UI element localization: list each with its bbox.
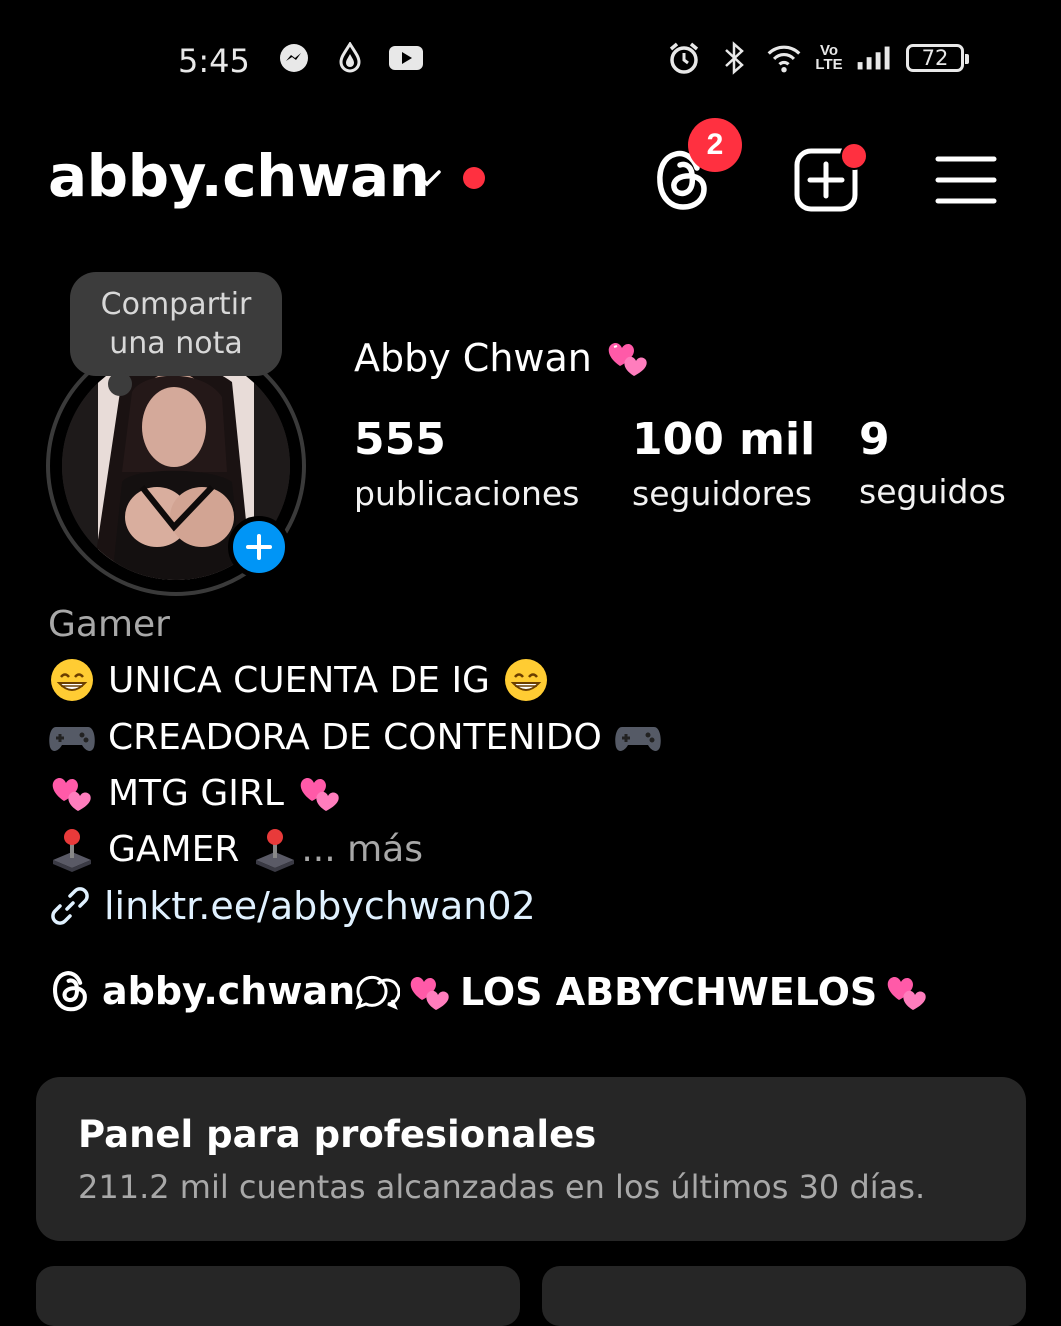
- two-hearts-emoji: [604, 334, 652, 382]
- profile-full-name: Abby Chwan: [354, 334, 652, 382]
- following-label: seguidos: [859, 472, 1006, 511]
- bio-line-2-text: CREADORA DE CONTENIDO: [108, 716, 602, 758]
- link-icon: [51, 887, 89, 925]
- joystick-emoji: [48, 825, 96, 873]
- edit-profile-button[interactable]: [36, 1266, 520, 1326]
- followers-count: 100 mil: [632, 414, 816, 465]
- volte-label: Vo LTE: [815, 42, 843, 73]
- menu-icon: [935, 156, 997, 204]
- followers-stat[interactable]: 100 mil: [632, 414, 815, 465]
- dashboard-subtitle: 211.2 mil cuentas alcanzadas en los últi…: [78, 1168, 926, 1206]
- professional-dashboard-card[interactable]: Panel para profesionales 211.2 mil cuent…: [36, 1077, 1026, 1241]
- joystick-emoji: [251, 825, 299, 873]
- create-notification-dot: [840, 142, 868, 170]
- following-stat[interactable]: 9: [859, 414, 890, 465]
- bio-line-1: UNICA CUENTA DE IG: [48, 656, 550, 704]
- plus-icon: [246, 534, 272, 560]
- bio-line-4-text: GAMER: [108, 828, 240, 870]
- dashboard-title: Panel para profesionales: [78, 1113, 597, 1156]
- bio-line-3: MTG GIRL: [48, 769, 344, 817]
- threads-username: abby.chwan: [102, 969, 356, 1013]
- account-notification-dot: [463, 167, 485, 189]
- full-name-text: Abby Chwan: [354, 336, 592, 380]
- grinning-face-emoji: [502, 656, 550, 704]
- posts-stat[interactable]: 555: [354, 414, 446, 465]
- add-story-button[interactable]: [228, 516, 290, 578]
- profile-username[interactable]: abby.chwan: [48, 142, 430, 210]
- signal-icon: [856, 40, 892, 76]
- game-controller-emoji: [614, 713, 662, 761]
- status-icons-left: [276, 40, 424, 76]
- more-link[interactable]: ... más: [301, 829, 423, 870]
- status-time: 5:45: [178, 42, 250, 80]
- game-controller-emoji: [48, 713, 96, 761]
- two-hearts-emoji: [296, 769, 344, 817]
- two-hearts-emoji: [406, 968, 454, 1016]
- followers-label: seguidores: [632, 474, 813, 513]
- share-note-bubble[interactable]: Compartir una nota: [70, 272, 282, 376]
- following-count: 9: [859, 414, 890, 465]
- two-hearts-emoji: [883, 968, 931, 1016]
- bio-line-3-text: MTG GIRL: [108, 772, 284, 814]
- bio-link-text: linktr.ee/abbychwan02: [104, 884, 536, 928]
- youtube-icon: [388, 40, 424, 76]
- broadcast-channel-link[interactable]: LOS ABBYCHWELOS: [352, 968, 931, 1016]
- profile-category: Gamer: [48, 604, 170, 645]
- bio-link[interactable]: linktr.ee/abbychwan02: [48, 884, 536, 928]
- bio-line-1-text: UNICA CUENTA DE IG: [108, 659, 490, 701]
- bio-line-4: GAMER ... más: [48, 825, 423, 873]
- battery-indicator: 72: [906, 44, 969, 72]
- share-profile-button[interactable]: [542, 1266, 1026, 1326]
- note-bubble-line1: Compartir: [100, 287, 252, 322]
- channel-name: LOS ABBYCHWELOS: [460, 970, 878, 1014]
- posts-count: 555: [354, 414, 446, 465]
- posts-label: publicaciones: [354, 474, 580, 513]
- wifi-icon: [766, 40, 802, 76]
- bio-line-2: CREADORA DE CONTENIDO: [48, 713, 662, 761]
- threads-profile-link[interactable]: abby.chwan: [48, 968, 355, 1014]
- note-bubble-tail: [108, 372, 132, 396]
- note-bubble-line2: una nota: [109, 326, 243, 361]
- status-icons-right: Vo LTE 72: [666, 40, 969, 76]
- bio-line-4-tail: ... más: [251, 825, 423, 873]
- grinning-face-emoji: [48, 656, 96, 704]
- messenger-icon: [276, 40, 312, 76]
- volte-icon: Vo LTE: [815, 40, 843, 76]
- alarm-icon: [666, 40, 702, 76]
- menu-button[interactable]: [928, 142, 1004, 218]
- threads-icon: [52, 971, 87, 1012]
- broadcast-channel-icon: [355, 975, 400, 1010]
- chevron-down-icon[interactable]: [410, 160, 444, 194]
- drops-icon: [332, 40, 368, 76]
- threads-notification-badge: 2: [688, 118, 742, 172]
- bluetooth-icon: [716, 40, 752, 76]
- two-hearts-emoji: [48, 769, 96, 817]
